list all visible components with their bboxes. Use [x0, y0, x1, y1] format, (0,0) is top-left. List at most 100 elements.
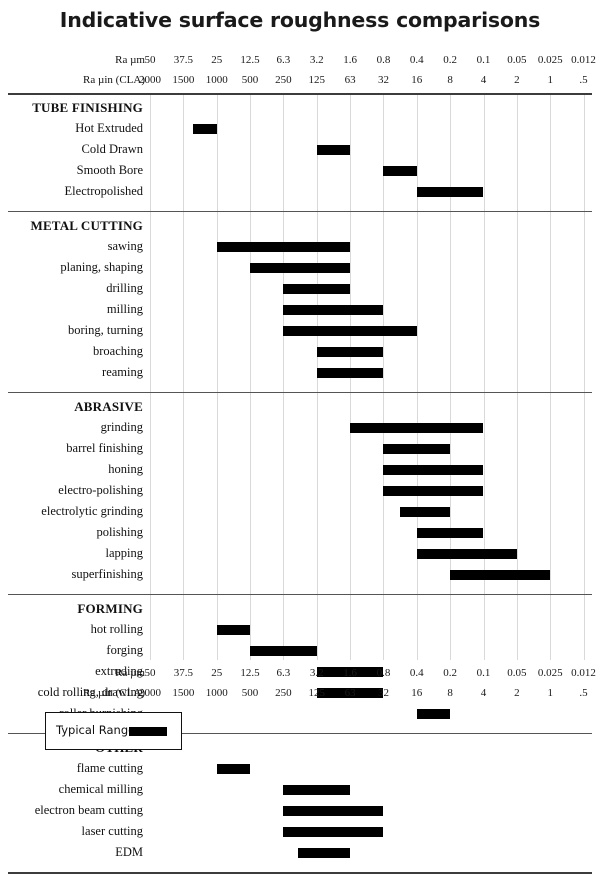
axis-tick-uin-10: 4: [480, 687, 487, 699]
range-bar: [283, 806, 384, 816]
row-label: milling: [106, 302, 143, 316]
chart-row: lapping: [0, 543, 600, 564]
chart-row: Smooth Bore: [0, 160, 600, 181]
axis-tick-uin-0: 2000: [139, 74, 161, 86]
chart-row: sawing: [0, 236, 600, 257]
chart-row: Hot Extruded: [0, 118, 600, 139]
axis-tick-uin-8: 16: [411, 687, 423, 699]
axis-tick-um-2: 25: [211, 667, 223, 679]
axis-tick-um-9: 0.2: [443, 54, 458, 66]
axis-tick-uin-7: 32: [377, 687, 389, 699]
range-bar: [383, 444, 451, 454]
chart-row: flame cutting: [0, 758, 600, 779]
axis-tick-uin-6: 63: [344, 687, 356, 699]
axis-header-ra-uin: Ra µin (CLA) 2000 1500 1000 500 250 125 63 32 16…: [0, 74, 600, 90]
range-bar: [250, 646, 317, 656]
axis-tick-uin-5: 125: [308, 687, 326, 699]
axis-tick-um-10: 0.1: [476, 667, 491, 679]
axis-tick-um-4: 6.3: [276, 54, 291, 66]
row-label: Cold Drawn: [81, 142, 143, 156]
row-label: grinding: [100, 420, 143, 434]
axis-tick-um-9: 0.2: [443, 667, 458, 679]
axis-tick-uin-9: 8: [447, 687, 453, 699]
row-label: electron beam cutting: [34, 803, 143, 817]
range-bar: [383, 486, 484, 496]
range-bar: [450, 570, 551, 580]
chart-root: Indicative surface roughness comparisons…: [0, 0, 600, 874]
axis-tick-um-11: 0.05: [507, 667, 527, 679]
axis-tick-uin-3: 500: [241, 74, 259, 86]
axis-tick-uin-9: 8: [447, 74, 453, 86]
axis-tick-uin-12: 1: [547, 687, 553, 699]
chart-row: laser cutting: [0, 821, 600, 842]
chart-row: superfinishing: [0, 564, 600, 585]
axis-tick-uin-11: 2: [514, 74, 520, 86]
range-bar: [316, 368, 384, 378]
chart-row: EDM: [0, 842, 600, 863]
axis-tick-um-2: 25: [211, 54, 223, 66]
legend: Typical Range: [45, 712, 182, 750]
chart-row: Electropolished: [0, 181, 600, 202]
chart-row: barrel finishing: [0, 438, 600, 459]
section-header-label: METAL CUTTING: [30, 218, 143, 233]
section-header-label: TUBE FINISHING: [32, 100, 143, 115]
axis-tick-um-8: 0.4: [409, 54, 424, 66]
row-label: drilling: [106, 281, 143, 295]
row-label: reaming: [102, 365, 143, 379]
chart-row: grinding: [0, 417, 600, 438]
row-label: hot rolling: [90, 622, 143, 636]
plot-area: TUBE FINISHING Hot Extruded Cold Drawn Smoo…: [0, 93, 600, 874]
axis-tick-um-12: 0.025: [537, 667, 563, 679]
axis-tick-um-13: 0.012: [571, 667, 596, 679]
axis-unit-label-uin: Ra µin (CLA): [83, 74, 145, 86]
row-label: Smooth Bore: [76, 163, 143, 177]
row-label: planing, shaping: [60, 260, 143, 274]
chart-row: milling: [0, 299, 600, 320]
range-bar: [416, 528, 484, 538]
axis-tick-um-0: 50: [144, 54, 156, 66]
axis-tick-um-7: 0.8: [376, 667, 391, 679]
range-bar: [283, 284, 351, 294]
axis-tick-uin-2: 1000: [205, 687, 228, 699]
axis-tick-um-3: 12.5: [240, 667, 260, 679]
chart-row: honing: [0, 459, 600, 480]
axis-tick-um-1: 37.5: [173, 667, 193, 679]
axis-tick-uin-4: 250: [275, 74, 292, 86]
axis-unit-label-uin-footer: Ra µin (CLA): [83, 687, 145, 699]
range-bar: [283, 785, 351, 795]
chart-row: boring, turning: [0, 320, 600, 341]
axis-tick-um-8: 0.4: [409, 667, 424, 679]
range-bar: [383, 465, 484, 475]
axis-tick-um-13: 0.012: [571, 54, 596, 66]
axis-tick-uin-11: 2: [514, 687, 520, 699]
range-bar: [216, 764, 251, 774]
row-label: boring, turning: [68, 323, 143, 337]
row-label: superfinishing: [71, 567, 143, 581]
row-label: chemical milling: [58, 782, 143, 796]
section-header-metal-cutting: METAL CUTTING: [0, 215, 600, 236]
range-bar: [383, 166, 417, 176]
row-label: forging: [106, 643, 143, 657]
axis-footer-ra-uin: Ra µin (CLA) 2000 1500 1000 500 250 125 63 32 16…: [0, 687, 600, 703]
legend-swatch-typical-range: [129, 727, 167, 736]
range-bar: [283, 305, 384, 315]
axis-tick-um-3: 12.5: [240, 54, 260, 66]
axis-unit-label-um-footer: Ra µm: [115, 667, 145, 679]
row-label: Hot Extruded: [75, 121, 143, 135]
axis-tick-uin-0: 2000: [139, 687, 161, 699]
section-divider-top: [8, 93, 592, 95]
row-label: Electropolished: [64, 184, 143, 198]
axis-tick-uin-13: .5: [579, 687, 588, 699]
row-label: honing: [108, 462, 143, 476]
range-bar: [416, 709, 451, 719]
axis-tick-uin-3: 500: [241, 687, 259, 699]
range-bar: [416, 549, 517, 559]
range-bar: [216, 625, 251, 635]
row-label: electro-polishing: [58, 483, 143, 497]
section-header-label: ABRASIVE: [74, 399, 143, 414]
axis-tick-uin-13: .5: [579, 74, 588, 86]
row-label: electrolytic grinding: [41, 504, 143, 518]
range-bar: [250, 263, 351, 273]
row-label: flame cutting: [76, 761, 143, 775]
row-label: sawing: [107, 239, 143, 253]
